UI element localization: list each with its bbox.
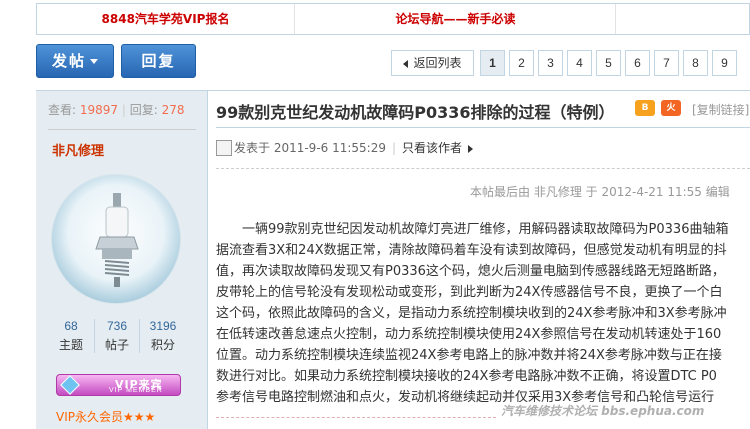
author-sidebar: 查看: 19897 | 回复: 278 非凡修理 68 主题 736 帖子 31…: [36, 91, 208, 429]
views-count: 19897: [79, 103, 119, 117]
online-status-icon: [216, 140, 232, 156]
post-body-line: 这个码，依照此故障码的含义，是指动力系统控制模块收到的24X参考脉冲和3X参考脉…: [216, 306, 727, 321]
stat-label: 积分: [150, 338, 175, 352]
chevron-down-icon: [90, 59, 98, 64]
page-link[interactable]: 4: [567, 50, 592, 76]
thread-title: 99款别克世纪发动机故障码P0336排除的过程（特例）: [216, 103, 615, 122]
page-link-current[interactable]: 1: [480, 50, 505, 76]
author-stats: 68 主题 736 帖子 3196 积分: [48, 319, 186, 355]
stat-value: 3196: [149, 319, 177, 333]
post-content: 99款别克世纪发动机故障码P0336排除的过程（特例） B 火 [复制链接] 发…: [208, 91, 750, 429]
vip-signup-link[interactable]: 8848汽车学苑VIP报名: [37, 4, 295, 34]
stat-label: 主题: [58, 338, 83, 352]
post-body-line: 在低转速改善怠速点火控制，动力系统控制模块使用24X参照信号在发动机转速处于16…: [216, 327, 722, 342]
page-link[interactable]: 7: [654, 50, 679, 76]
reply-button[interactable]: 回复: [121, 44, 196, 78]
bbcode-icon: B: [635, 100, 655, 116]
chevron-left-icon: [403, 59, 409, 68]
post-meta: 发表于 2011-9-6 11:55:29 | 只看该作者: [216, 138, 474, 158]
chevron-right-icon: [468, 144, 474, 153]
back-to-list-button[interactable]: 返回列表: [391, 50, 474, 76]
vip-badge: VIP来宾 VIP MEMBER: [56, 374, 181, 396]
post-date: 发表于 2011-9-6 11:55:29: [234, 141, 386, 155]
reply-label: 回复: [141, 52, 176, 70]
replies-label: 回复:: [129, 103, 158, 117]
divider: [48, 129, 196, 130]
only-author-link[interactable]: 只看该作者: [402, 141, 462, 155]
post-body-line: 一辆99款别克世纪因发动机故障灯亮进厂维修，用解码器读取故障码为P0336曲轴箱: [216, 222, 729, 237]
post-body-line: 数进行对比。如果动力系统控制模块接收的24X参考电路脉冲数不正确，将设置DTC …: [216, 369, 717, 384]
divider: [216, 127, 750, 128]
page-link[interactable]: 8: [683, 50, 708, 76]
page-link[interactable]: 5: [596, 50, 621, 76]
spark-plug-icon: [95, 193, 139, 287]
back-to-list-label: 返回列表: [413, 56, 462, 70]
avatar[interactable]: [51, 174, 181, 304]
divider: [216, 168, 750, 169]
replies-count: 278: [161, 103, 185, 117]
author-name[interactable]: 非凡修理: [52, 140, 104, 159]
stat-value: 736: [106, 319, 128, 333]
stat-posts[interactable]: 736 帖子: [94, 319, 140, 353]
stat-threads[interactable]: 68 主题: [48, 319, 94, 353]
stat-credits[interactable]: 3196 积分: [140, 319, 186, 353]
new-post-label: 发帖: [51, 52, 86, 70]
page-link[interactable]: 6: [625, 50, 650, 76]
new-post-button[interactable]: 发帖: [36, 44, 114, 78]
hot-thread-icon: 火: [661, 100, 681, 116]
post-body: 一辆99款别克世纪因发动机故障灯亮进厂维修，用解码器读取故障码为P0336曲轴箱…: [216, 219, 750, 408]
post-body-line: 皮带轮上的信号轮没有发现松动或变形，到此判断为24X传感器信号不良，更换了一个白: [216, 285, 723, 300]
page-link[interactable]: 9: [712, 50, 737, 76]
diamond-icon: [60, 375, 80, 395]
top-links-bar: 8848汽车学苑VIP报名 论坛导航——新手必读: [36, 3, 750, 35]
page-link[interactable]: 3: [538, 50, 563, 76]
views-label: 查看:: [48, 103, 77, 117]
post-body-line: 位置。动力系统控制模块连续监视24X参考电路上的脉冲数并将24X参考脉冲数与正在…: [216, 348, 722, 363]
page-link[interactable]: 2: [509, 50, 534, 76]
edit-note: 本帖最后由 非凡修理 于 2012-4-21 11:55 编辑: [470, 185, 730, 199]
divider: [216, 417, 496, 418]
member-level: VIP永久会员★★★: [56, 410, 156, 424]
forum-guide-link[interactable]: 论坛导航——新手必读: [296, 4, 616, 34]
site-watermark: 汽车维修技术论坛 bbs.ephua.com: [498, 402, 708, 420]
thread-stats: 查看: 19897 | 回复: 278: [48, 103, 185, 117]
stat-value: 68: [64, 319, 78, 333]
post-body-line: 据流查看3X和24X数据正常，清除故障码着车没有读到故障码，但感觉发动机有明显的…: [216, 243, 727, 258]
stat-label: 帖子: [104, 338, 129, 352]
post-body-line: 值，再次读取故障码发现又有P0336这个码，熄火后测量电脑到传感器线路无短路断路…: [216, 264, 725, 279]
vip-badge-sublabel: VIP MEMBER: [109, 387, 163, 394]
copy-link-button[interactable]: [复制链接]: [692, 101, 749, 118]
